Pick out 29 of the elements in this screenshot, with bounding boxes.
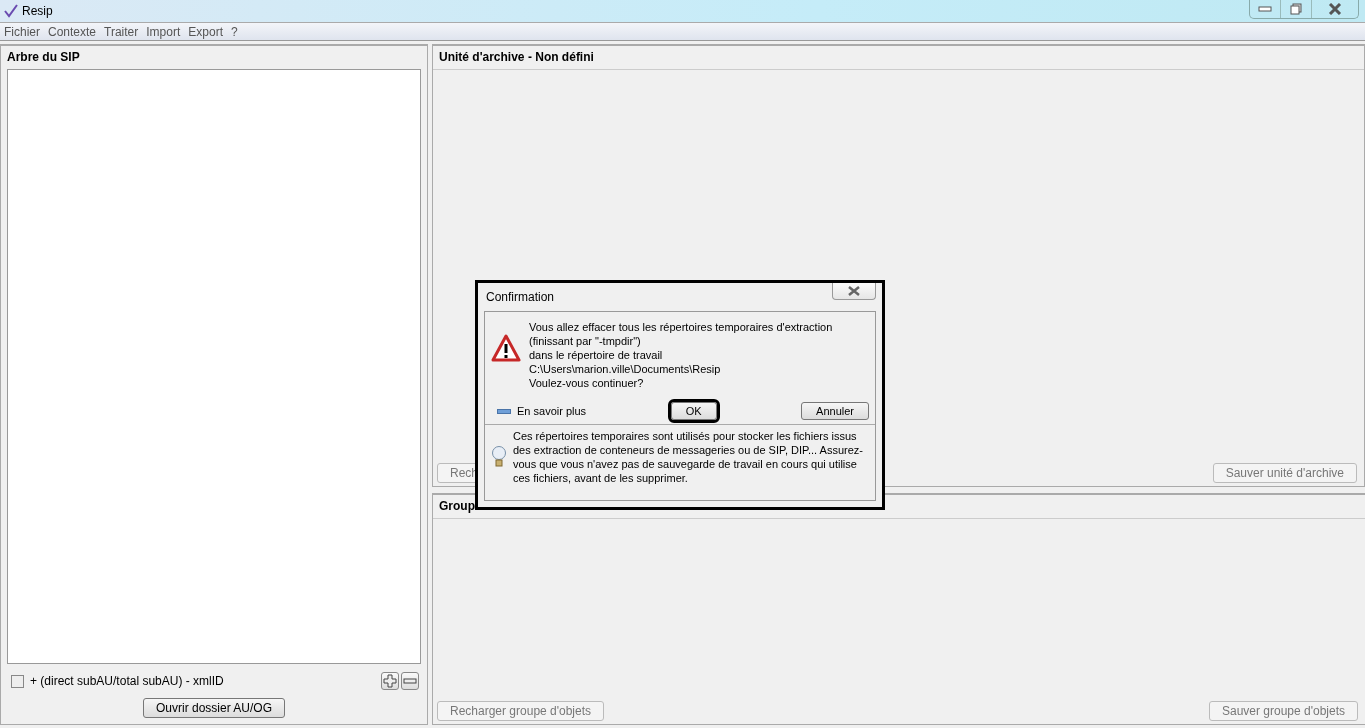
panel-title: Unité d'archive - Non défini — [433, 46, 1364, 70]
menu-item[interactable]: Contexte — [48, 24, 97, 39]
warning-icon — [491, 334, 521, 362]
checkbox-label: + (direct subAU/total subAU) - xmlID — [30, 674, 224, 688]
details-text: Ces répertoires temporaires sont utilisés pour stocker les fichiers issus des extraction de conteneurs de messageries ou de SIP, DIP... Assurez-vous que vous n'avez pas de sauvegarde de travail en cours qui utilise ces fichiers, avant de les supprimer. — [513, 429, 864, 485]
panel-title: Arbre du SIP — [6, 49, 81, 66]
restore-icon — [1290, 3, 1302, 15]
menu-item[interactable]: Export — [188, 24, 223, 39]
checkbox[interactable] — [11, 674, 24, 688]
menu-item[interactable]: Traiter — [104, 24, 139, 39]
menu-item[interactable]: ? — [231, 24, 238, 39]
checkmark-icon — [4, 4, 18, 18]
window-title: Resip — [22, 4, 53, 18]
plus-icon — [383, 674, 397, 688]
minimize-icon — [1258, 6, 1272, 12]
dialog-message: Vous allez effacer tous les répertoires temporaires d'extraction (finissant par "-tmpdir") dans le répertoire de travail C:\Users\marion.ville\Documents\Resip Voulez-vous continuer? — [529, 320, 833, 390]
close-icon — [848, 286, 860, 296]
menu-item[interactable]: Fichier — [4, 24, 40, 39]
details-toggle[interactable]: En savoir plus — [497, 405, 587, 417]
dialog-title: Confirmation — [486, 290, 555, 304]
open-folder-button[interactable]: Ouvrir dossier AU/OG — [143, 698, 285, 718]
cancel-button[interactable]: Annuler — [801, 402, 869, 420]
ok-button[interactable]: OK — [670, 402, 717, 420]
close-icon — [1328, 3, 1342, 15]
close-button[interactable] — [832, 283, 876, 300]
remove-button[interactable] — [401, 672, 419, 690]
lightbulb-icon — [491, 445, 507, 469]
menu-item[interactable]: Import — [146, 24, 181, 39]
add-button[interactable] — [381, 672, 399, 690]
